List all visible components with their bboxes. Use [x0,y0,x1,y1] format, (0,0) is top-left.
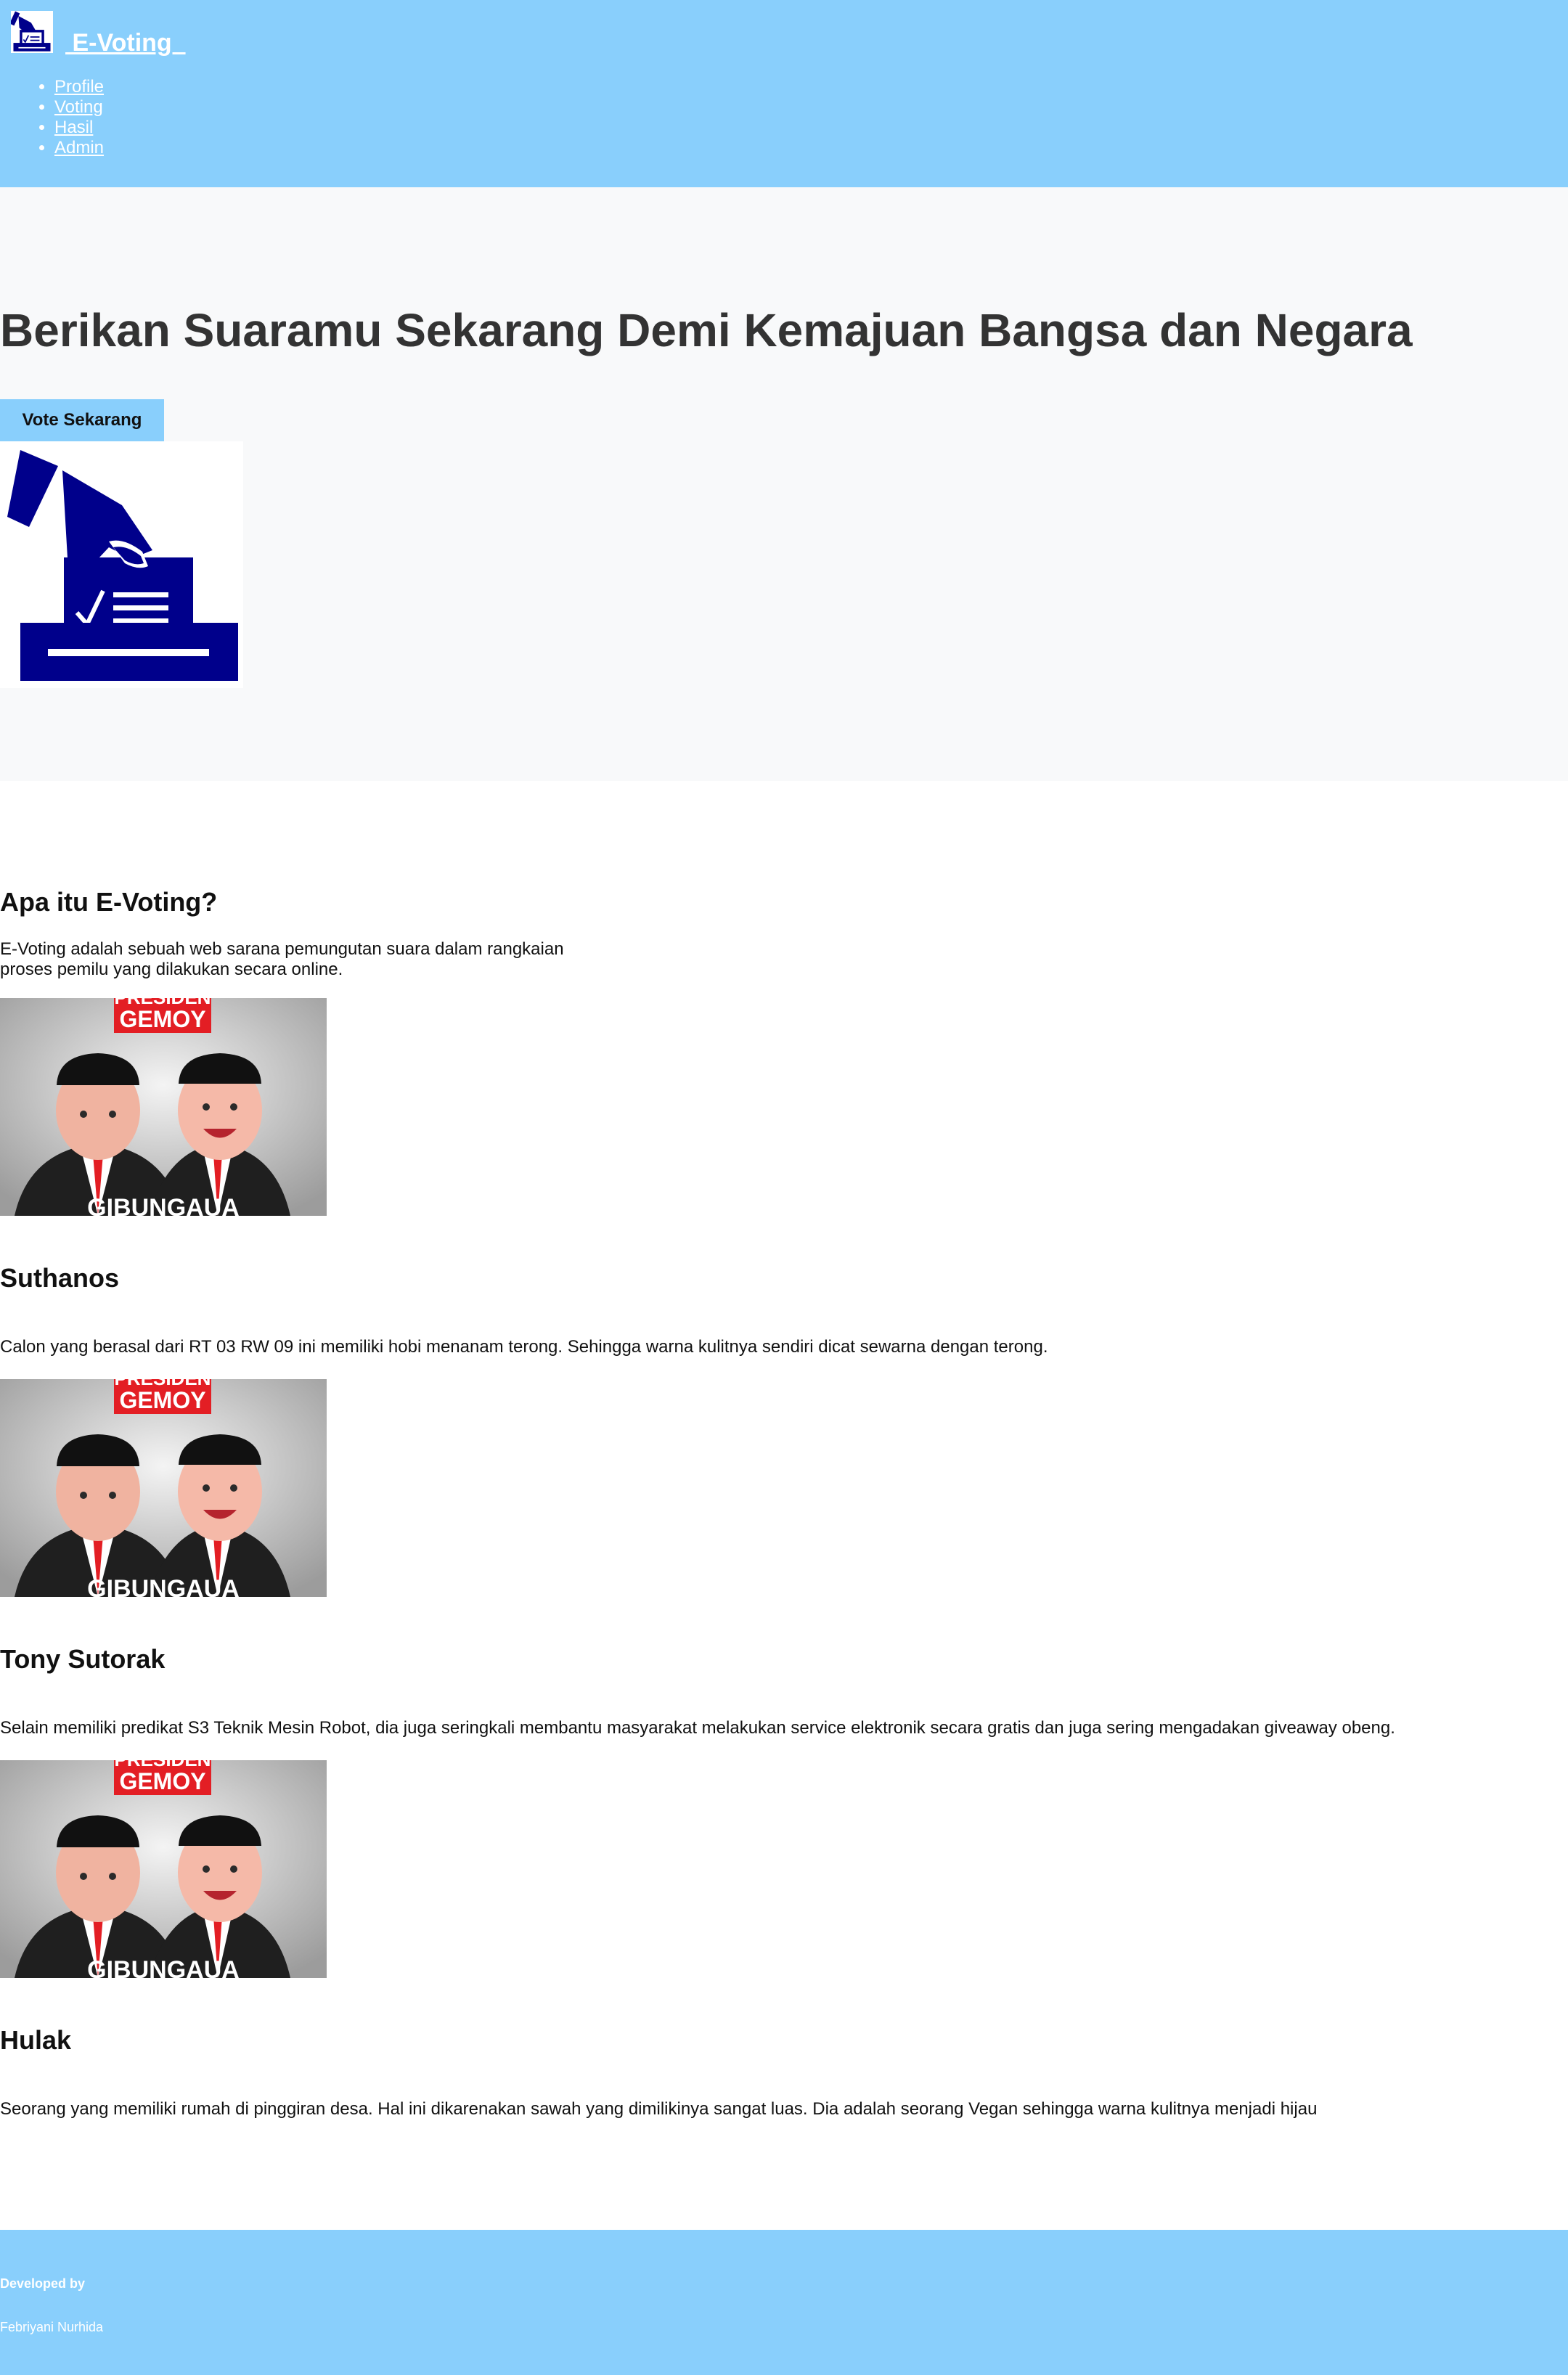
nav-item-voting: Voting [54,97,104,118]
poster-bottom-text: GEMOY [119,1387,205,1413]
poster-footer-text: GIBUNGAUA [87,1956,240,1978]
hero-title: Berikan Suaramu Sekarang Demi Kemajuan B… [0,304,1413,356]
poster-bottom-text: GEMOY [119,1006,205,1032]
about-text: E-Voting adalah sebuah web sarana pemung… [0,939,564,979]
candidate-description: Seorang yang memiliki rumah di pinggiran… [0,2099,1318,2119]
nav-item-admin: Admin [54,138,104,158]
nav-link-profile[interactable]: Profile [54,77,104,97]
candidate-name: Tony Sutorak [0,1644,166,1674]
poster-bottom-text: GEMOY [119,1768,205,1794]
developer-name: Febriyani Nurhida [0,2320,104,2334]
candidate-name: Hulak [0,2025,72,2055]
nav-item-profile: Profile [54,77,104,97]
developed-by-label: Developed by [0,2276,86,2291]
site-footer: Developed by Febriyani Nurhida [0,2230,1568,2375]
candidate-photo: PRESIDEN GEMOY GIBUNGAUA [0,998,327,1216]
brand-link[interactable]: E-Voting [65,29,186,57]
poster-footer-text: GIBUNGAUA [87,1575,240,1597]
candidate-description: Calon yang berasal dari RT 03 RW 09 ini … [0,1337,1048,1357]
poster-footer-text: GIBUNGAUA [87,1194,240,1216]
site-header: E-Voting Profile Voting Hasil Admin [0,0,1568,187]
candidate-photo: PRESIDEN GEMOY GIBUNGAUA [0,1760,327,1978]
ballot-box-icon [0,441,243,688]
main-nav: Profile Voting Hasil Admin [29,77,104,158]
vote-now-button[interactable]: Vote Sekarang [0,399,164,441]
nav-link-admin[interactable]: Admin [54,138,104,158]
ballot-box-icon[interactable] [11,11,53,53]
hero-section: Berikan Suaramu Sekarang Demi Kemajuan B… [0,187,1568,781]
nav-link-hasil[interactable]: Hasil [54,118,93,137]
nav-link-voting[interactable]: Voting [54,97,103,117]
nav-item-hasil: Hasil [54,118,104,138]
candidate-name: Suthanos [0,1263,120,1293]
about-title: Apa itu E-Voting? [0,887,218,917]
candidate-photo: PRESIDEN GEMOY GIBUNGAUA [0,1379,327,1597]
candidate-description: Selain memiliki predikat S3 Teknik Mesin… [0,1718,1395,1738]
